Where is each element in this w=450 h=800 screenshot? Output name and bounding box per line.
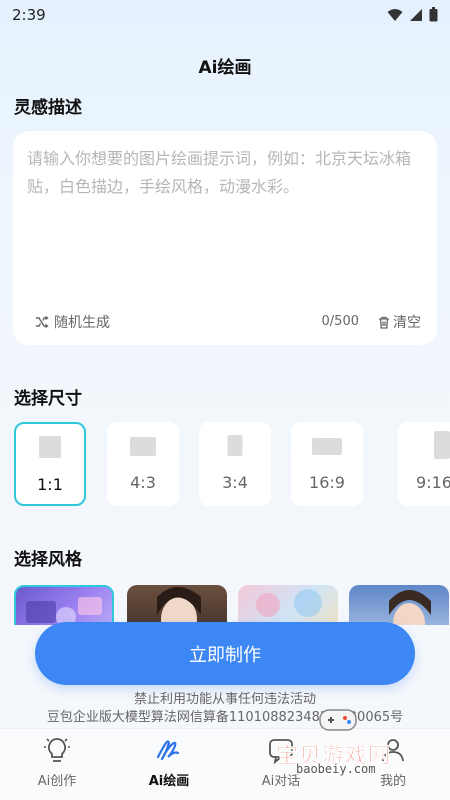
random-generate-label: 随机生成 (54, 315, 110, 331)
gamepad-icon (319, 709, 357, 731)
ratio-9-16-shape (434, 431, 450, 459)
wifi-icon (387, 8, 403, 21)
page-title: Ai绘画 (198, 58, 252, 78)
brush-icon (156, 740, 180, 761)
style-option-1[interactable] (14, 585, 114, 625)
status-time: 2:39 (12, 6, 46, 24)
style-thumbnail-image (256, 589, 322, 617)
shuffle-icon (36, 316, 49, 328)
size-option-9-16[interactable]: 9:16 (398, 422, 450, 506)
status-bar: 2:39 (0, 0, 450, 30)
size-section-title: 选择尺寸 (14, 389, 82, 409)
random-generate-button[interactable]: 随机生成 (35, 312, 110, 332)
size-label: 9:16 (416, 473, 450, 492)
ratio-3-4-shape (227, 435, 243, 456)
style-option-2[interactable] (127, 585, 227, 625)
char-counter: 0/500 (321, 314, 359, 329)
prompt-input[interactable] (27, 145, 425, 295)
ratio-16-9-shape (312, 438, 342, 455)
nav-label: Ai创作 (37, 774, 77, 789)
clear-button[interactable]: 清空 (378, 312, 421, 332)
make-now-button[interactable]: 立即制作 (35, 622, 415, 685)
watermark: 宝贝游戏网 baobeiy.com (276, 698, 436, 780)
size-option-16-9[interactable]: 16:9 (291, 422, 363, 506)
nav-ai-paint[interactable]: Ai绘画 (124, 735, 214, 789)
clear-label: 清空 (393, 315, 421, 331)
nav-ai-create[interactable]: Ai创作 (12, 735, 102, 789)
size-label: 1:1 (37, 475, 63, 494)
style-option-3[interactable] (238, 585, 338, 625)
style-thumbnail-image (157, 587, 201, 625)
size-option-1-1[interactable]: 1:1 (14, 422, 86, 506)
style-options (14, 585, 450, 625)
style-thumbnail-image (389, 590, 431, 625)
ratio-1-1-shape (39, 436, 61, 458)
lightbulb-icon (44, 738, 70, 762)
size-label: 4:3 (130, 473, 156, 492)
style-section-title: 选择风格 (14, 550, 82, 570)
prompt-card: 随机生成 0/500 清空 (13, 131, 437, 345)
size-label: 16:9 (309, 473, 345, 492)
size-label: 3:4 (222, 473, 248, 492)
size-option-3-4[interactable]: 3:4 (199, 422, 271, 506)
status-icons (387, 7, 438, 22)
style-option-4[interactable] (349, 585, 449, 625)
size-option-4-3[interactable]: 4:3 (107, 422, 179, 506)
size-options: 1:1 4:3 3:4 16:9 9:16 (14, 422, 450, 508)
trash-icon (379, 316, 389, 329)
battery-icon (429, 7, 438, 22)
nav-label: Ai绘画 (148, 774, 190, 789)
style-thumbnail-image (26, 597, 102, 625)
watermark-url: baobeiy.com (296, 762, 376, 776)
inspiration-section-title: 灵感描述 (14, 98, 82, 118)
ratio-4-3-shape (130, 437, 156, 456)
signal-icon (410, 8, 422, 21)
